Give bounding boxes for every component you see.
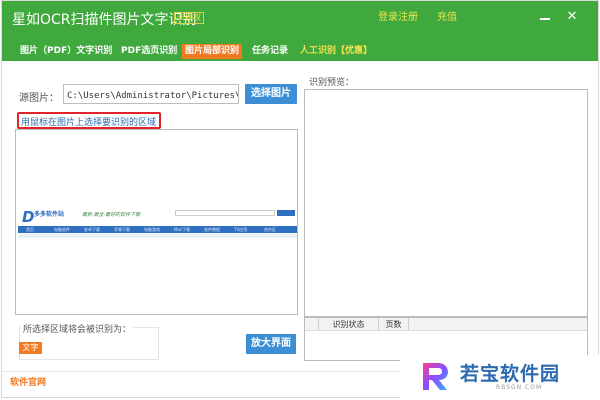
column-header-pages[interactable]: 页数 — [379, 318, 409, 331]
preview-label: 识别预览： — [309, 78, 355, 88]
source-path-input[interactable]: C:\Users\Administrator\Pictures\筒 — [63, 84, 239, 104]
recharge-button[interactable]: 充值 — [437, 11, 457, 25]
main-tabs: 图片（PDF）文字识别 PDF选页识别 图片局部识别 任务记录 人工识别【优惠】 — [2, 41, 598, 61]
title-bar: 星如OCR扫描件图片文字识别 未授权 登录注册 充值 ✕ — [2, 1, 598, 41]
recognize-type-text-tag[interactable]: 文字 — [19, 342, 42, 354]
selection-hint-text: 用鼠标在图片上选择要识别的区域 — [21, 118, 157, 128]
site-nav-item: 安卓下载 — [84, 227, 100, 232]
site-nav-item: 合作区 — [264, 227, 276, 232]
window-title: 星如OCR扫描件图片文字识别 — [12, 12, 197, 28]
site-nav-bar: 首页 电脑软件 安卓下载 苹果下载 电脑游戏 Mac下载 软件教程 TV应用 合… — [18, 226, 297, 233]
site-nav-item: 电脑软件 — [54, 227, 70, 232]
site-nav-item: Mac下载 — [174, 227, 191, 232]
tab-image-region-ocr[interactable]: 图片局部识别 — [182, 44, 243, 59]
tab-image-pdf-ocr[interactable]: 图片（PDF）文字识别 — [20, 44, 112, 59]
official-site-link[interactable]: 软件官网 — [10, 375, 46, 388]
select-image-button[interactable]: 选择图片 — [245, 84, 297, 104]
login-register-button[interactable]: 登录注册 — [378, 11, 418, 25]
site-nav-item: 电脑游戏 — [144, 227, 160, 232]
selection-hint: 用鼠标在图片上选择要识别的区域 — [17, 112, 161, 129]
close-icon[interactable]: ✕ — [564, 9, 580, 25]
loaded-image-preview: D 多多软件站 最新·最全·最好的软件下载 首页 电脑软件 安卓下载 苹果下载 … — [18, 208, 297, 240]
watermark-subtext: RBSGN.COM — [496, 384, 543, 391]
minimize-icon[interactable] — [538, 12, 552, 24]
site-search-button — [277, 210, 295, 216]
site-sub-bar — [18, 234, 297, 238]
site-nav-item: TV应用 — [234, 227, 248, 232]
column-header-status[interactable]: 识别状态 — [319, 318, 379, 331]
grid-header: 识别状态 页数 — [305, 318, 587, 331]
tab-manual-ocr[interactable]: 人工识别【优惠】 — [300, 44, 372, 59]
watermark-text: 若宝软件园 — [460, 363, 561, 385]
enlarge-ui-button[interactable]: 放大界面 — [246, 334, 296, 354]
site-logo-text: 多多软件站 — [34, 211, 65, 218]
watermark-logo-icon — [423, 363, 448, 390]
site-nav-item: 首页 — [26, 227, 34, 232]
tab-pdf-page-ocr[interactable]: PDF选页识别 — [121, 44, 177, 59]
site-slogan: 最新·最全·最好的软件下载 — [82, 212, 141, 218]
right-panel: 识别预览： 识别状态 页数 — [303, 71, 589, 361]
watermark: 若宝软件园 RBSGN.COM — [400, 355, 600, 400]
recognition-result-textarea[interactable] — [304, 89, 588, 317]
recognize-as-label: 所选择区域将会被识别为： — [21, 322, 134, 335]
image-canvas[interactable]: D 多多软件站 最新·最全·最好的软件下载 首页 电脑软件 安卓下载 苹果下载 … — [15, 129, 298, 315]
left-panel: 源图片： C:\Users\Administrator\Pictures\筒 选… — [13, 71, 299, 371]
license-badge: 未授权 — [174, 12, 204, 24]
source-image-label: 源图片： — [19, 93, 59, 104]
site-nav-item: 苹果下载 — [114, 227, 130, 232]
site-logo-icon: D — [22, 208, 35, 226]
app-window: 星如OCR扫描件图片文字识别 未授权 登录注册 充值 ✕ 图片（PDF）文字识别… — [1, 0, 599, 398]
tab-task-records[interactable]: 任务记录 — [252, 44, 288, 59]
row-header-cell — [305, 318, 319, 331]
site-search-box — [175, 210, 275, 216]
site-nav-item: 软件教程 — [204, 227, 220, 232]
